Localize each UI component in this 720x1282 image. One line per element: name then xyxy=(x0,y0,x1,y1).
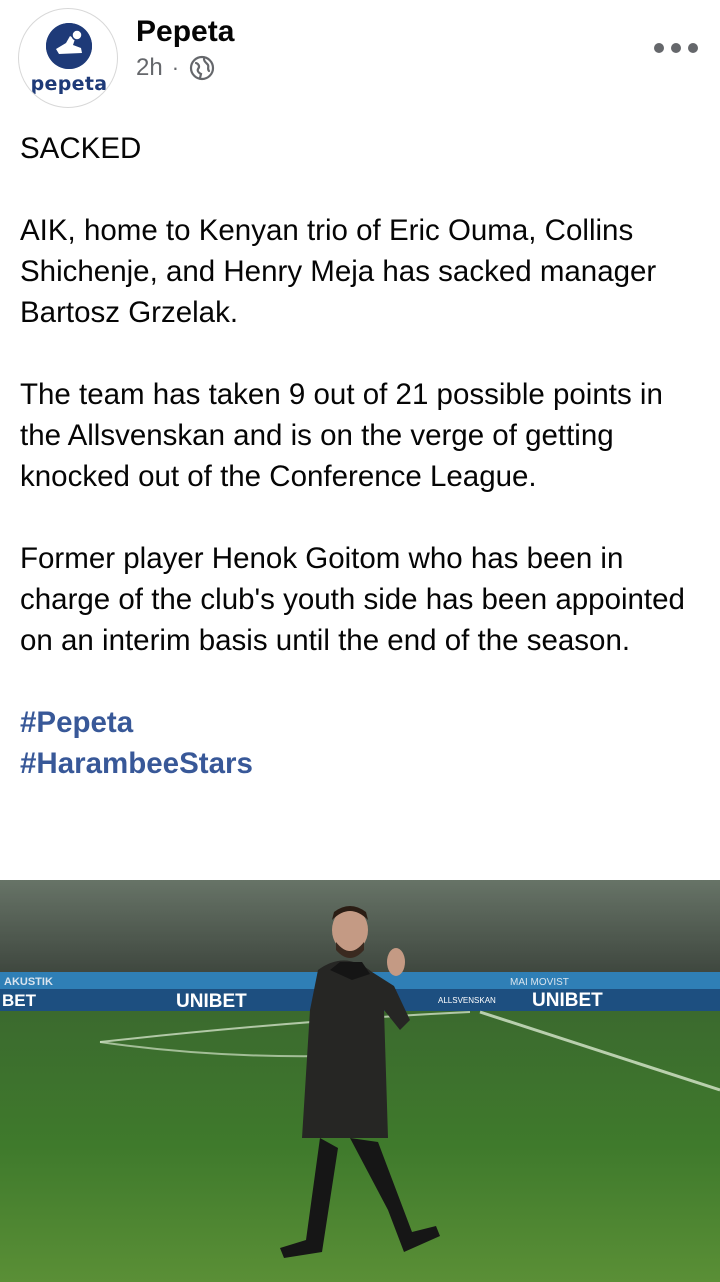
board-text: MAI MOVIST xyxy=(510,977,569,988)
post-paragraph: SACKED xyxy=(20,132,142,165)
facebook-post: pepeta Pepeta 2h · SACKED AIK, home to K… xyxy=(0,0,720,1282)
board-text: AKUSTIK xyxy=(4,976,53,988)
board-text: UNIBET xyxy=(176,991,247,1012)
board-text: UNIBET xyxy=(532,990,603,1011)
hashtag-link[interactable]: #HarambeeStars xyxy=(20,743,710,784)
post-header: pepeta Pepeta 2h · xyxy=(0,0,720,115)
post-paragraph: The team has taken 9 out of 21 possible … xyxy=(20,378,663,493)
page-name[interactable]: Pepeta xyxy=(136,14,234,50)
post-photo[interactable]: AKUSTIK BET UNIBET ALLSVENSKAN UNIBET MA… xyxy=(0,880,720,1282)
more-dot xyxy=(671,43,681,53)
board-text: BET xyxy=(2,991,37,1010)
post-timestamp[interactable]: 2h xyxy=(136,54,163,82)
football-boot-logo-icon xyxy=(46,23,92,69)
page-avatar[interactable]: pepeta xyxy=(18,8,118,108)
post-paragraph: Former player Henok Goitom who has been … xyxy=(20,542,685,657)
more-dot xyxy=(688,43,698,53)
meta-separator: · xyxy=(171,55,180,80)
stadium-photo: AKUSTIK BET UNIBET ALLSVENSKAN UNIBET MA… xyxy=(0,880,720,1282)
post-text: SACKED AIK, home to Kenyan trio of Eric … xyxy=(20,128,710,784)
more-dot xyxy=(654,43,664,53)
more-options-icon[interactable] xyxy=(654,36,698,60)
globe-icon xyxy=(189,55,215,81)
post-meta: 2h · xyxy=(136,54,215,82)
avatar-brand-text: pepeta xyxy=(30,73,108,95)
post-paragraph: AIK, home to Kenyan trio of Eric Ouma, C… xyxy=(20,214,657,329)
hashtag-link[interactable]: #Pepeta xyxy=(20,702,710,743)
board-text: ALLSVENSKAN xyxy=(438,996,496,1005)
